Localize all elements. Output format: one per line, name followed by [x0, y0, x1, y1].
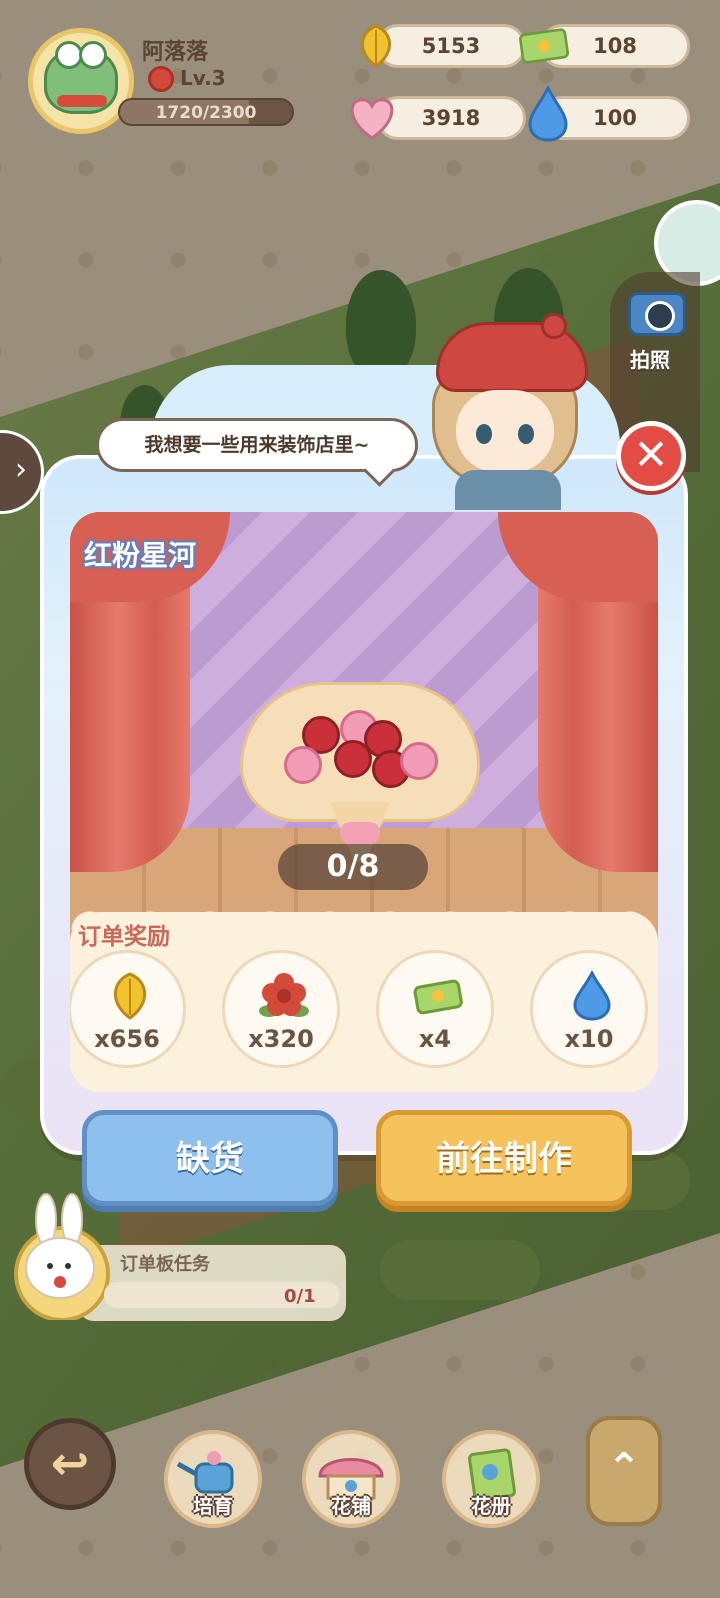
reward-title: 订单奖励 [78, 924, 170, 950]
flower-book-label: 花册 [471, 1494, 511, 1518]
water-drop-icon [522, 86, 574, 142]
reward-qty: x10 [564, 1025, 614, 1053]
reward-leaf[interactable]: x656 [70, 950, 186, 1068]
red-flower-icon [259, 973, 309, 1017]
task-count: 0/1 [284, 1286, 316, 1307]
expand-menu-button[interactable]: ⌃ [586, 1416, 662, 1526]
go-make-button[interactable]: 前往制作 [376, 1110, 632, 1206]
close-button[interactable]: ✕ [616, 421, 686, 491]
cultivate-label: 培育 [193, 1494, 233, 1518]
reward-qty: x656 [94, 1025, 160, 1053]
flower-shop-label: 花铺 [331, 1494, 371, 1518]
reward-flower[interactable]: x320 [222, 950, 340, 1068]
leaf-count: 5153 [421, 34, 481, 58]
back-button[interactable]: ↩ [24, 1418, 116, 1510]
xp-bar: 1720/2300 [118, 98, 294, 126]
close-icon: ✕ [633, 430, 669, 479]
npc-eye [476, 424, 492, 444]
ticket-count: 108 [593, 34, 637, 58]
task-label: 订单板任务 [120, 1254, 210, 1275]
player-level: Lv.3 [180, 66, 226, 90]
shortage-label: 缺货 [176, 1139, 244, 1179]
player-name: 阿落落 [142, 40, 209, 65]
ticket-icon [413, 979, 463, 1015]
leaf-icon [350, 20, 402, 72]
npc-eye [518, 424, 534, 444]
water-count: 100 [593, 106, 637, 130]
bunny-icon[interactable] [10, 1190, 114, 1322]
reward-qty: x4 [418, 1025, 452, 1053]
npc-speech-text: 我想要一些用来装饰店里~ [144, 434, 370, 456]
red-rose [334, 740, 372, 778]
bouquet-image [240, 672, 480, 862]
xp-text: 1720/2300 [155, 103, 257, 123]
player-avatar[interactable] [28, 28, 134, 134]
pink-rose [400, 742, 438, 780]
chevron-up-icon: ⌃ [607, 1445, 641, 1491]
frog-avatar-icon [44, 41, 118, 114]
ticket-icon [518, 20, 570, 72]
water-drop-icon [573, 971, 611, 1021]
heart-icon [346, 92, 398, 144]
order-title: 红粉星河 [84, 539, 197, 572]
camera-label: 拍照 [630, 348, 670, 372]
order-stage: 红粉星河 0/8 订单奖励 x656 x320 x4 x10 [70, 512, 658, 1092]
pink-rose [284, 746, 322, 784]
reward-qty: x320 [248, 1025, 314, 1053]
heart-counter[interactable]: 3918 [376, 96, 526, 140]
npc-girl-face [456, 390, 554, 472]
flower-level-icon [148, 66, 174, 92]
npc-girl-beret [436, 313, 588, 392]
back-arrow-icon: ↩ [50, 1436, 90, 1490]
bouquet-bow [340, 822, 380, 844]
npc-speech-bubble: 我想要一些用来装饰店里~ [96, 418, 418, 472]
reward-ticket[interactable]: x4 [376, 950, 494, 1068]
leaf-icon [113, 972, 147, 1020]
shortage-button[interactable]: 缺货 [82, 1110, 338, 1206]
go-make-label: 前往制作 [436, 1139, 572, 1179]
npc-girl-body [455, 470, 561, 510]
order-progress: 0/8 [278, 844, 428, 890]
camera-icon[interactable] [628, 292, 686, 336]
heart-count: 3918 [421, 106, 481, 130]
reward-water[interactable]: x10 [530, 950, 648, 1068]
